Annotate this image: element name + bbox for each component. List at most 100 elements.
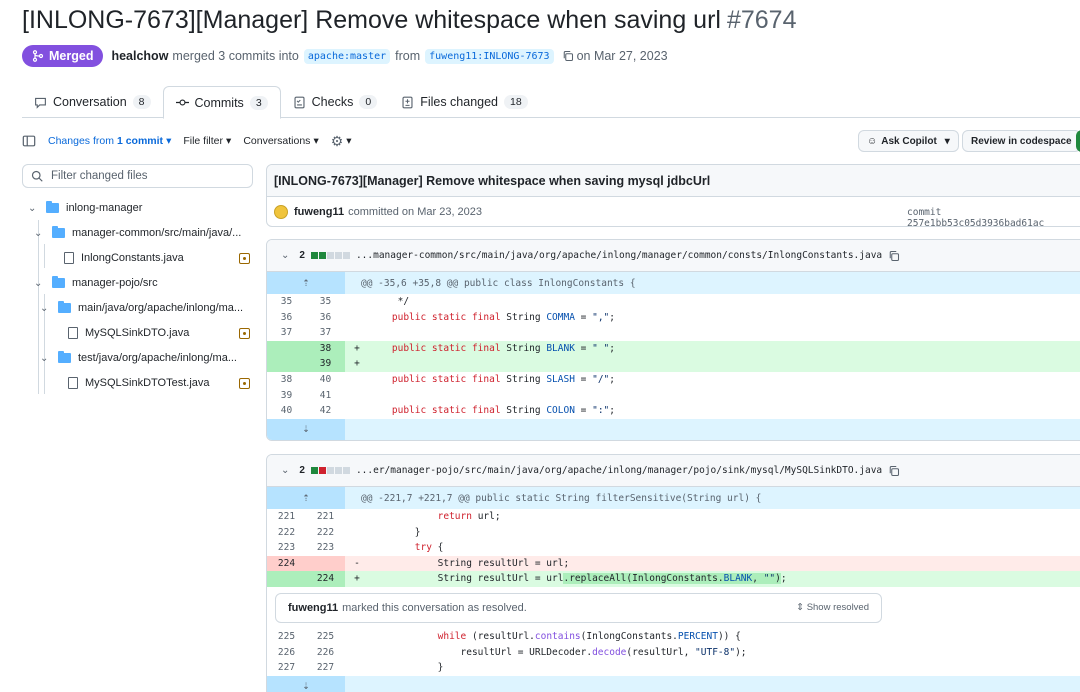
diff-line: 40 42 public static final String COLON = … <box>280 405 616 417</box>
file-diff: ⌄ 2 ...er/manager-pojo/src/main/java/org… <box>266 454 1080 692</box>
copy-icon[interactable] <box>888 465 900 477</box>
commit-sha[interactable]: commit 257e1bb53c05d3936bad61ac <box>907 207 1080 229</box>
file-header: ⌄ 2 ...manager-common/src/main/java/org/… <box>267 240 1080 272</box>
merged-badge: Merged <box>22 45 104 67</box>
tab-files-changed[interactable]: Files changed 18 <box>389 86 540 118</box>
tree-folder[interactable]: ⌄ inlong-manager <box>22 196 258 220</box>
expand-down-icon[interactable]: ⇣ <box>267 675 345 692</box>
file-icon <box>68 377 78 389</box>
change-count: 2 <box>299 465 305 476</box>
avatar[interactable] <box>274 205 288 219</box>
expand-down-icon[interactable]: ⇣ <box>267 418 345 440</box>
tree-file[interactable]: MySQLSinkDTOTest.java <box>22 371 258 395</box>
diff-line-added: 39 + <box>267 356 1080 372</box>
tree-file[interactable]: MySQLSinkDTO.java <box>22 321 258 345</box>
folder-icon <box>46 201 59 213</box>
diff-line: 37 37 <box>280 327 332 339</box>
modified-icon <box>239 252 250 264</box>
merge-text: merged 3 commits into <box>172 49 299 63</box>
commit-message: [INLONG-7673][Manager] Remove whitespace… <box>267 165 1080 197</box>
diff-line-removed: 224- String resultUrl = url; <box>267 555 1080 572</box>
folder-icon <box>52 226 65 238</box>
tab-counter: 3 <box>249 95 268 110</box>
hunk-text: @@ -221,7 +221,7 @@ public static String… <box>361 492 762 504</box>
tab-conversation[interactable]: Conversation 8 <box>22 86 163 118</box>
tree-folder[interactable]: ⌄ main/java/org/apache/inlong/ma... <box>22 296 258 320</box>
ask-copilot-button[interactable]: ☺ Ask Copilot ▾ <box>858 130 959 152</box>
file-icon <box>68 327 78 339</box>
filter-files-input[interactable]: Filter changed files <box>22 164 253 188</box>
tree-folder[interactable]: ⌄ manager-pojo/src <box>22 271 258 295</box>
pr-number: #7674 <box>726 6 797 34</box>
folder-icon <box>52 276 65 288</box>
pr-title-text: [INLONG-7673][Manager] Remove whitespace… <box>22 6 721 34</box>
conversations-dropdown[interactable]: Conversations ▾ <box>243 135 318 147</box>
head-branch[interactable]: fuweng11:INLONG-7673 <box>425 48 554 64</box>
chevron-down-icon: ▾ <box>166 135 172 147</box>
chevron-down-icon: ⌄ <box>40 302 49 314</box>
checklist-icon <box>294 96 305 108</box>
pr-tabs: Conversation 8 Commits 3 Checks 0 Files … <box>22 86 1080 119</box>
diff-line: 39 41 <box>280 389 332 401</box>
review-changes-button[interactable] <box>1076 130 1080 152</box>
file-header: ⌄ 2 ...er/manager-pojo/src/main/java/org… <box>267 455 1080 487</box>
file-diff: ⌄ 2 ...manager-common/src/main/java/org/… <box>266 239 1080 441</box>
hunk-footer: ⇣ <box>267 675 1080 692</box>
chevron-down-icon: ▾ <box>226 135 232 147</box>
commit-icon <box>175 99 189 106</box>
modified-icon <box>239 327 250 339</box>
chevron-down-icon: ⌄ <box>40 352 49 364</box>
chevron-down-icon: ⌄ <box>28 202 37 214</box>
diff-line-added: 38 + public static final String BLANK = "… <box>267 340 1080 357</box>
review-codespace-button[interactable]: Review in codespace <box>962 130 1080 152</box>
commit-date: committed on Mar 23, 2023 <box>348 206 483 218</box>
diff-line: 35 35 */ <box>280 296 410 307</box>
comment-icon <box>35 97 46 109</box>
folder-icon <box>58 301 71 313</box>
search-icon <box>31 170 43 182</box>
expand-up-icon[interactable]: ⇡ <box>267 487 345 509</box>
tree-folder[interactable]: ⌄ test/java/org/apache/inlong/ma... <box>22 346 258 370</box>
show-resolved-button[interactable]: ⇕ Show resolved <box>796 602 869 613</box>
file-filter-dropdown[interactable]: File filter ▾ <box>183 135 231 147</box>
copy-icon[interactable] <box>888 250 900 262</box>
diff-toolbar: Changes from 1 commit ▾ File filter ▾ Conve… <box>22 130 1080 152</box>
change-count: 2 <box>299 250 305 261</box>
commit-author[interactable]: fuweng11 <box>294 206 344 218</box>
chevron-down-icon[interactable]: ⌄ <box>281 250 289 261</box>
folder-icon <box>58 351 71 363</box>
pr-author[interactable]: healchow <box>111 49 168 63</box>
hunk-footer: ⇣ <box>267 418 1080 440</box>
hunk-text: @@ -35,6 +35,8 @@ public class InlongCon… <box>361 277 636 289</box>
file-path[interactable]: ...manager-common/src/main/java/org/apac… <box>356 250 882 261</box>
sidebar-toggle-icon[interactable] <box>22 134 36 148</box>
diffstat <box>310 252 350 259</box>
settings-dropdown[interactable]: ⚙ ▾ <box>331 133 352 150</box>
copy-icon[interactable] <box>562 50 574 62</box>
base-branch[interactable]: apache:master <box>303 48 391 64</box>
changes-from-dropdown[interactable]: Changes from 1 commit ▾ <box>48 135 171 147</box>
tree-folder[interactable]: ⌄ manager-common/src/main/java/... <box>22 221 258 245</box>
chevron-down-icon[interactable]: ⌄ <box>281 465 289 476</box>
diff-line: 223 223 try { <box>277 542 444 554</box>
resolver-author[interactable]: fuweng11 <box>288 602 338 614</box>
merge-date: on Mar 27, 2023 <box>576 49 668 63</box>
expand-up-icon[interactable]: ⇡ <box>267 272 345 294</box>
diff-line: 225 225 while (resultUrl.contains(InlongC… <box>277 630 741 642</box>
file-path[interactable]: ...er/manager-pojo/src/main/java/org/apa… <box>356 465 882 476</box>
page-title: [INLONG-7673][Manager] Remove whitespace… <box>22 6 796 35</box>
copilot-icon: ☺ <box>867 135 878 147</box>
hunk-header: ⇡ @@ -35,6 +35,8 @@ public class InlongC… <box>267 272 1080 294</box>
diff-line: 36 36 public static final String COMMA = … <box>280 311 616 323</box>
tab-checks[interactable]: Checks 0 <box>281 86 390 118</box>
unfold-icon: ⇕ <box>796 602 807 614</box>
chevron-down-icon: ▾ <box>944 135 950 147</box>
diff-line-added: 224 + String resultUrl = url.replaceAll(I… <box>267 571 1080 587</box>
pr-meta: Merged healchow merged 3 commits into ap… <box>22 44 668 68</box>
resolved-conversation: fuweng11 marked this conversation as res… <box>275 592 882 623</box>
hunk-header: ⇡ @@ -221,7 +221,7 @@ public static Stri… <box>267 487 1080 509</box>
file-icon <box>64 252 74 264</box>
chevron-down-icon: ▾ <box>346 135 352 147</box>
tree-file[interactable]: InlongConstants.java <box>22 246 258 270</box>
tab-commits[interactable]: Commits 3 <box>162 86 281 119</box>
